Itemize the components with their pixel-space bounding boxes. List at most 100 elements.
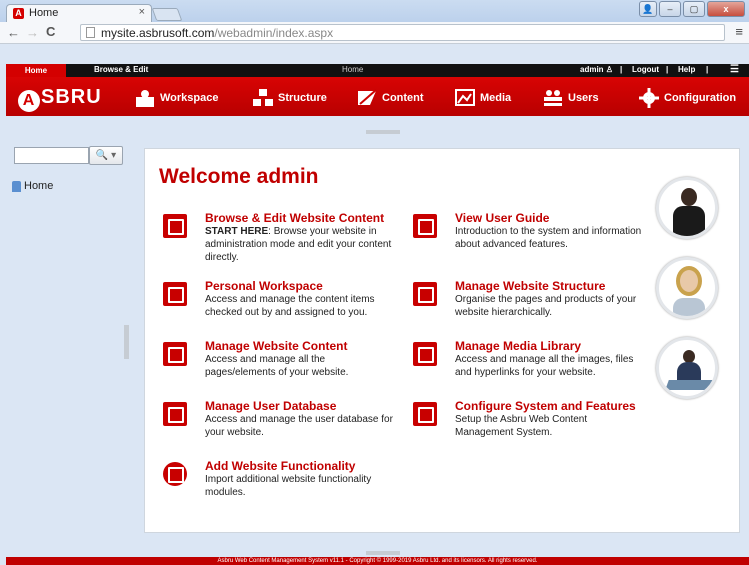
user-guide-icon	[413, 214, 437, 238]
gear-icon	[413, 402, 437, 426]
browser-menu-icon[interactable]: ≡	[735, 24, 743, 39]
page-tree-icon	[12, 180, 21, 192]
sidebar-search-input[interactable]	[14, 147, 89, 164]
content-icon	[163, 342, 187, 366]
nav-structure[interactable]: Structure	[252, 88, 327, 108]
address-bar[interactable]: mysite.asbrusoft.com/webadmin/index.aspx	[80, 24, 725, 41]
app-topbar: Home Browse & Edit Home admin ♙ | Logout…	[6, 64, 749, 77]
url-path: /webadmin/index.aspx	[214, 26, 334, 40]
nav-configuration[interactable]: Configuration	[638, 88, 736, 108]
forward-arrow-icon[interactable]: →	[26, 25, 39, 40]
man-at-desk-portrait	[656, 337, 718, 399]
url-text: mysite.asbrusoft.com/webadmin/index.aspx	[101, 26, 333, 40]
smiling-woman-portrait	[656, 257, 718, 319]
topbar-browse-edit-link[interactable]: Browse & Edit	[94, 65, 148, 74]
new-tab-button[interactable]	[151, 8, 183, 21]
feature-description: START HERE: Browse your website in admin…	[205, 225, 397, 264]
feature-description: Setup the Asbru Web Content Management S…	[455, 414, 588, 438]
feature-title[interactable]: View User Guide	[455, 211, 549, 225]
top-resize-handle[interactable]	[366, 130, 400, 134]
nav-media[interactable]: Media	[454, 88, 511, 108]
close-window-button[interactable]: x	[707, 1, 745, 17]
nav-media-label: Media	[480, 92, 512, 104]
nav-content-label: Content	[382, 92, 424, 104]
app-mainbar: A SBRU Workspace Structure Content Media …	[6, 77, 749, 116]
portrait-head	[681, 188, 697, 206]
workspace-icon	[136, 90, 154, 107]
topbar-separator: |	[620, 65, 623, 74]
users-icon	[163, 402, 187, 426]
bottom-resize-handle[interactable]	[366, 551, 400, 555]
topbar-user-link[interactable]: admin ♙	[580, 65, 613, 74]
feature-description: Access and manage all the images, files …	[455, 354, 634, 378]
feature-description: Introduction to the system and informati…	[455, 226, 642, 250]
nav-configuration-label: Configuration	[664, 92, 737, 104]
nav-workspace[interactable]: Workspace	[134, 88, 219, 108]
topbar-separator: |	[706, 65, 709, 74]
topbar-separator: |	[666, 65, 669, 74]
browser-titlebar: A Home × 👤 – ▢ x	[0, 0, 749, 22]
media-icon	[413, 342, 437, 366]
nav-workspace-label: Workspace	[160, 92, 219, 104]
feature-description: Import additional website functionality …	[205, 474, 372, 498]
portrait-torso	[673, 206, 705, 236]
url-host: mysite.asbrusoft.com	[101, 26, 215, 40]
feature-description: Organise the pages and products of your …	[455, 294, 637, 318]
nav-structure-label: Structure	[278, 92, 327, 104]
topbar-logout-link[interactable]: Logout	[632, 65, 659, 74]
footer-copyright: Asbru Web Content Management System v11.…	[6, 557, 749, 565]
portrait-torso	[673, 298, 705, 316]
sidebar-search-button[interactable]: 🔍 ▾	[89, 146, 123, 165]
asbru-favicon-icon: A	[13, 8, 24, 19]
portrait-torso	[677, 362, 701, 380]
browser-navbar: ← → C mysite.asbrusoft.com/webadmin/inde…	[0, 22, 749, 44]
feature-title[interactable]: Manage Media Library	[455, 339, 581, 353]
plus-icon	[163, 462, 187, 486]
topbar-help-link[interactable]: Help	[678, 65, 695, 74]
asbru-logo[interactable]: A SBRU	[18, 86, 102, 112]
tab-title: Home	[29, 7, 59, 19]
feature-title[interactable]: Configure System and Features	[455, 399, 636, 413]
feature-title[interactable]: Browse & Edit Website Content	[205, 211, 384, 225]
structure-icon	[413, 282, 437, 306]
window-controls: 👤 – ▢ x	[639, 1, 745, 17]
back-arrow-icon[interactable]: ←	[7, 25, 20, 40]
logo-text: SBRU	[41, 86, 102, 108]
nav-content[interactable]: Content	[356, 88, 424, 108]
page-title: Welcome admin	[159, 165, 319, 188]
portrait-head	[676, 266, 702, 296]
feature-description: Access and manage the user database for …	[205, 414, 393, 438]
media-icon	[455, 89, 475, 106]
profile-button[interactable]: 👤	[639, 1, 657, 17]
page-icon	[86, 27, 95, 38]
minimize-button[interactable]: –	[659, 1, 681, 17]
feature-title[interactable]: Manage User Database	[205, 399, 336, 413]
feature-title[interactable]: Add Website Functionality	[205, 459, 355, 473]
tree-item-home[interactable]: Home	[12, 180, 53, 192]
feature-title[interactable]: Personal Workspace	[205, 279, 323, 293]
desk-shape	[665, 380, 715, 390]
nav-users[interactable]: Users	[542, 88, 599, 108]
tree-item-label: Home	[24, 180, 54, 192]
sidebar-resize-handle[interactable]	[124, 325, 129, 359]
feature-title[interactable]: Manage Website Structure	[455, 279, 605, 293]
welcome-panel: Welcome admin Browse & Edit Website Cont…	[144, 148, 740, 533]
feature-title[interactable]: Manage Website Content	[205, 339, 347, 353]
gear-icon	[639, 88, 659, 108]
feature-lead: START HERE	[205, 226, 269, 237]
feature-description: Access and manage the content items chec…	[205, 294, 375, 318]
feature-description: Access and manage all the pages/elements…	[205, 354, 349, 378]
structure-icon	[253, 89, 273, 106]
reload-icon[interactable]: C	[46, 24, 55, 39]
logo-letter: A	[18, 90, 40, 112]
topbar-home-tab[interactable]: Home	[6, 64, 66, 77]
browse-edit-icon	[163, 214, 187, 238]
browser-tab-home[interactable]: A Home ×	[6, 4, 152, 22]
tab-close-icon[interactable]: ×	[139, 6, 145, 18]
topbar-menu-icon[interactable]: ☰	[730, 64, 739, 75]
topbar-current-page: Home	[342, 65, 364, 74]
maximize-button[interactable]: ▢	[683, 1, 705, 17]
businesswoman-portrait	[656, 177, 718, 239]
content-icon	[358, 89, 377, 105]
users-icon	[544, 90, 562, 106]
